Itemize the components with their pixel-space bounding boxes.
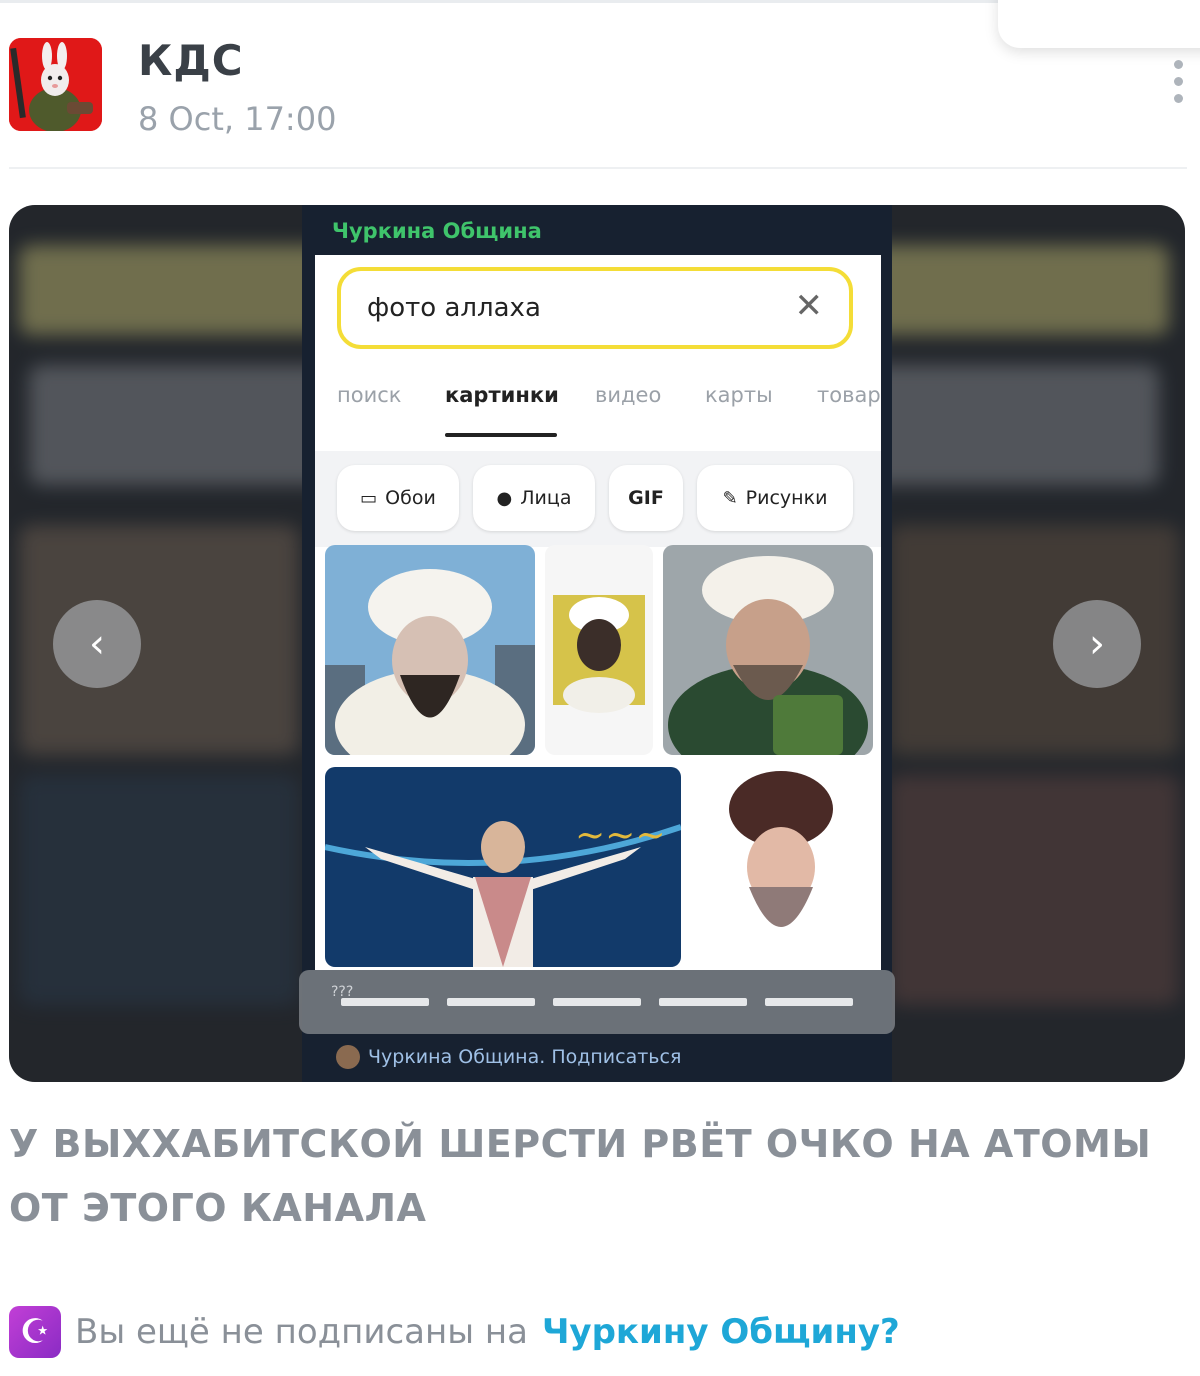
wallpaper-icon: ▭ (360, 487, 378, 509)
search-screen: фото аллаха ✕ поиск картинки видео карты… (315, 255, 881, 970)
kebab-menu-icon[interactable] (1166, 60, 1190, 110)
image-result (545, 545, 653, 755)
image-result (691, 767, 871, 967)
channel-avatar[interactable] (9, 38, 102, 131)
post-date: 8 Oct, 17:00 (138, 100, 337, 138)
chip-gif: GIF (609, 465, 683, 531)
popup-panel-edge (998, 0, 1200, 48)
story-progress-overlay: ??? (299, 970, 895, 1034)
tab-goods: товар (817, 383, 881, 407)
drawing-icon: ✎ (722, 487, 738, 509)
carousel-prev-button[interactable]: ‹ (53, 600, 141, 688)
embedded-screenshot: Чуркина Община фото аллаха ✕ поиск карти… (302, 205, 892, 1082)
search-query: фото аллаха (367, 293, 541, 323)
media-carousel[interactable]: Чуркина Община фото аллаха ✕ поиск карти… (9, 205, 1185, 1082)
image-result: ~~~ (325, 767, 681, 967)
progress-segment (765, 998, 853, 1006)
image-result (325, 545, 535, 755)
chip-drawings: ✎ Рисунки (697, 465, 853, 531)
subscribe-promo: ☪ Вы ещё не подписаны на Чуркину Общину? (9, 1302, 900, 1362)
chevron-right-icon: › (1089, 621, 1105, 667)
chevron-left-icon: ‹ (89, 621, 105, 667)
mini-avatar (336, 1045, 360, 1069)
chip-faces: ● Лица (473, 465, 595, 531)
crescent-star-icon: ☪ (9, 1306, 61, 1358)
tab-search: поиск (337, 383, 402, 407)
person-icon: ● (496, 487, 513, 509)
embedded-footer: Чуркина Община. Подписаться (336, 1045, 681, 1069)
tab-maps: карты (705, 383, 773, 407)
image-result (663, 545, 873, 755)
promo-text: Вы ещё не подписаны на (75, 1312, 528, 1352)
progress-segment (447, 998, 535, 1006)
subscribe-link[interactable]: Чуркину Общину? (542, 1312, 900, 1352)
progress-segment (341, 998, 429, 1006)
chip-wallpapers: ▭ Обои (337, 465, 459, 531)
channel-name[interactable]: КДС (138, 36, 244, 85)
search-input: фото аллаха ✕ (337, 267, 853, 349)
tab-images: картинки (445, 383, 559, 407)
clear-icon: ✕ (794, 286, 824, 326)
header-divider (9, 167, 1187, 169)
tab-video: видео (595, 383, 662, 407)
search-tabs: поиск картинки видео карты товар (337, 383, 881, 419)
embedded-channel-label: Чуркина Община (332, 219, 542, 243)
post-caption: У ВЫХХАБИТСКОЙ ШЕРСТИ РВЁТ ОЧКО НА АТОМЫ… (9, 1122, 1152, 1230)
active-tab-indicator (445, 433, 557, 437)
progress-segment (553, 998, 641, 1006)
carousel-next-button[interactable]: › (1053, 600, 1141, 688)
progress-segment (659, 998, 747, 1006)
svg-text:~~~: ~~~ (575, 815, 666, 856)
